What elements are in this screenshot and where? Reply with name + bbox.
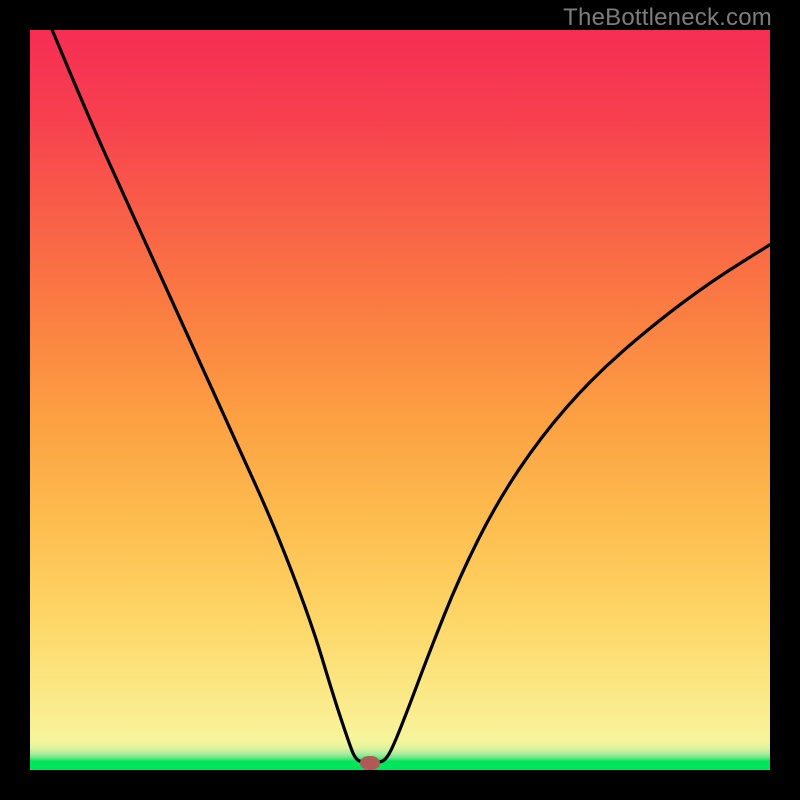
plot-area	[30, 30, 770, 770]
bottleneck-curve	[30, 30, 770, 770]
optimum-marker	[360, 756, 380, 770]
chart-frame: TheBottleneck.com	[0, 0, 800, 800]
watermark-text: TheBottleneck.com	[563, 4, 772, 32]
